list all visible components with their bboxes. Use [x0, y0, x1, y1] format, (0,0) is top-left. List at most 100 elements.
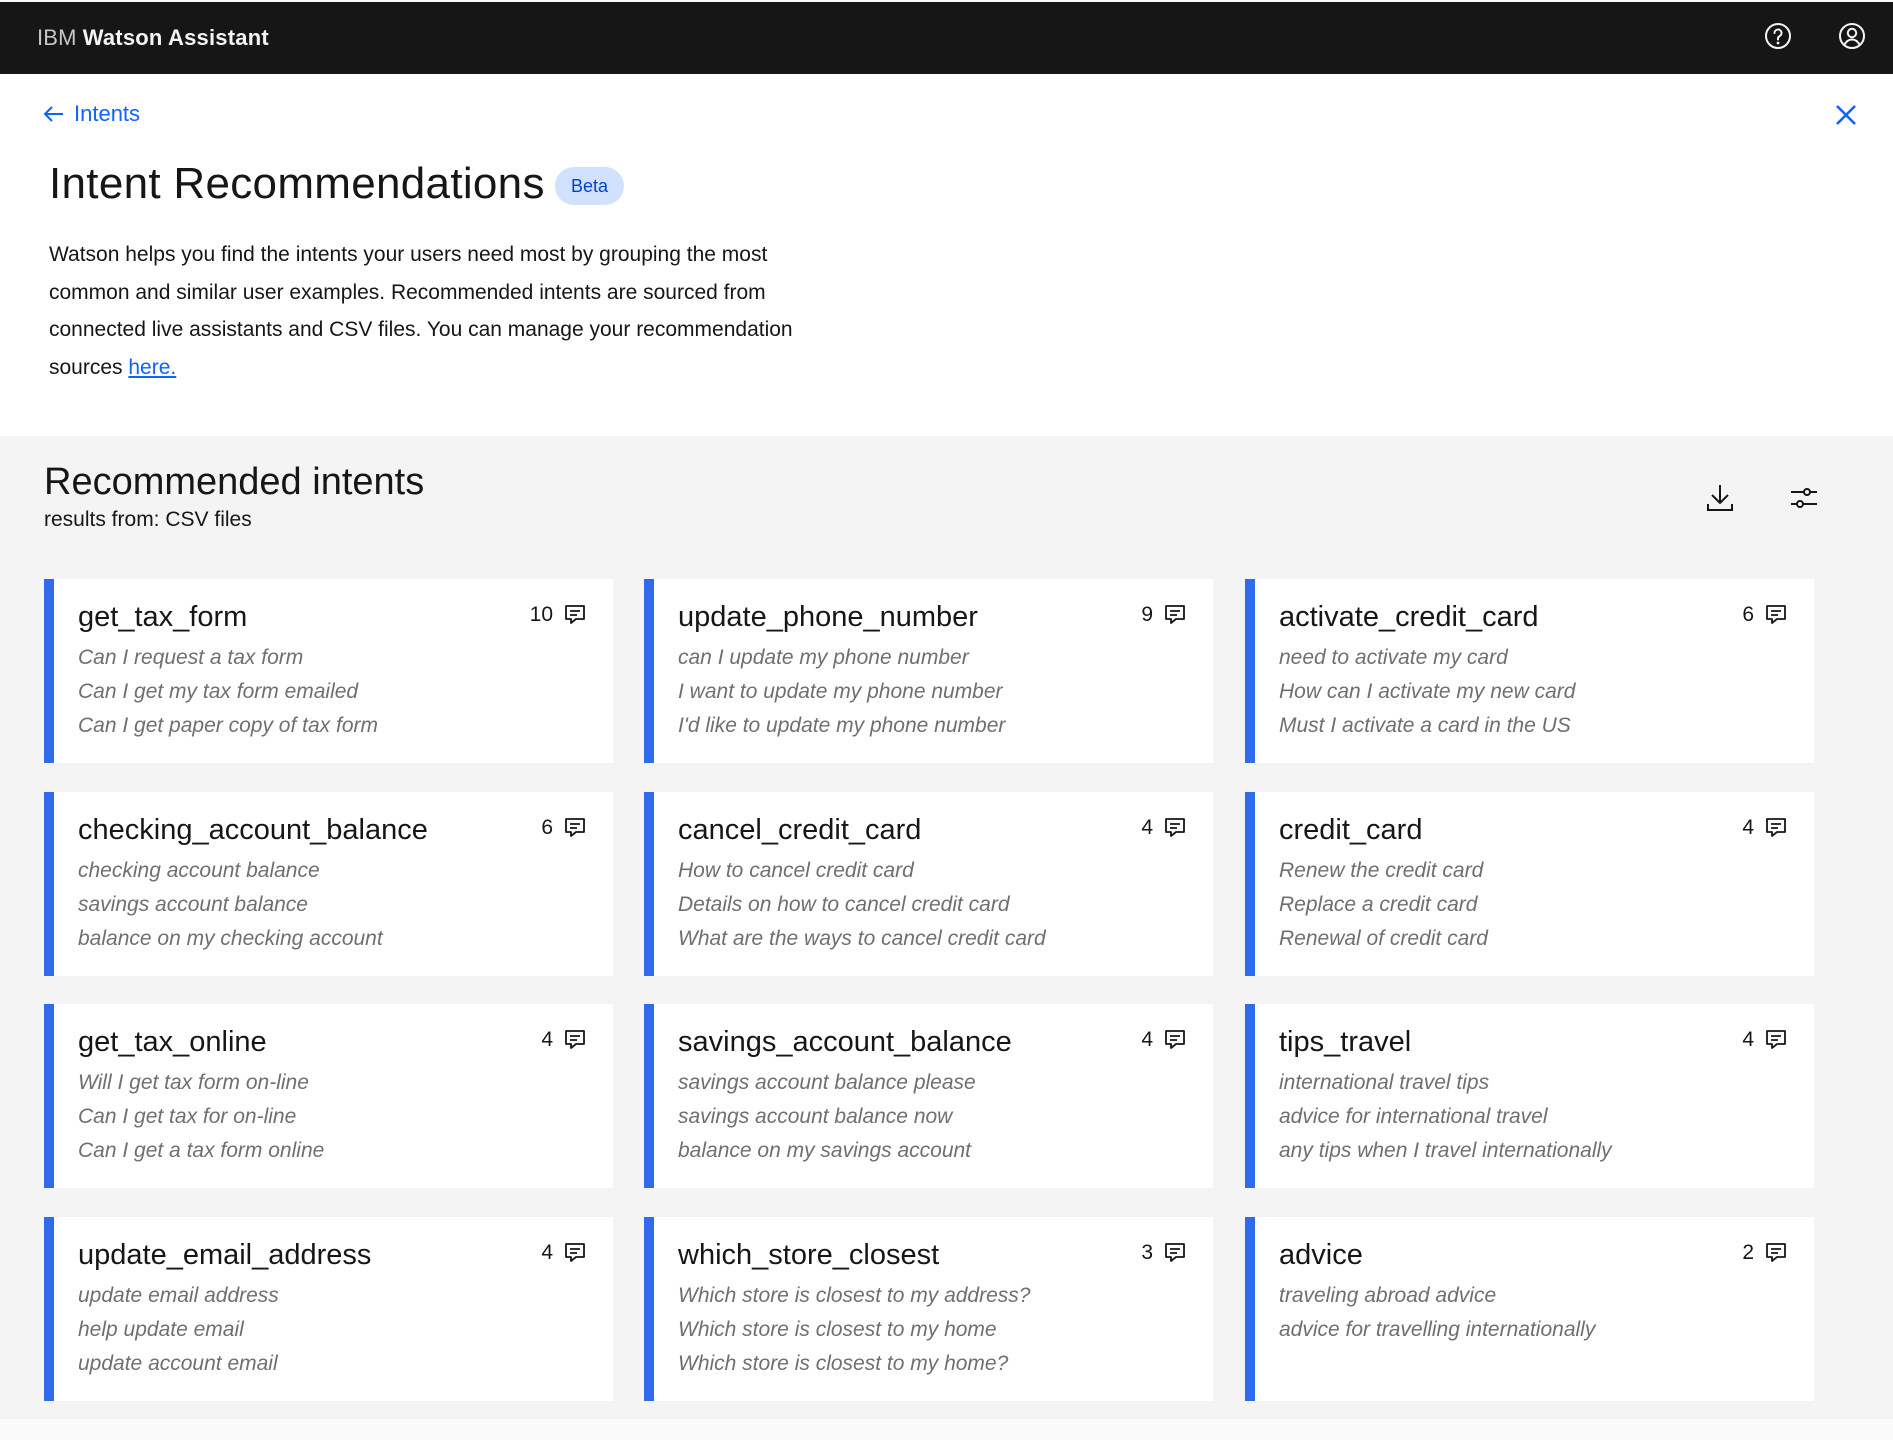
example-count-value: 6: [541, 816, 553, 839]
example-list: savings account balance please savings ac…: [678, 1066, 976, 1169]
chat-bubble-icon: [1165, 1030, 1185, 1049]
user-example: How to cancel credit card: [678, 859, 914, 882]
arrow-left-icon: [43, 106, 63, 122]
intent-card[interactable]: savings_account_balance 4 savings account …: [644, 1004, 1213, 1188]
intent-name: update_email_address: [78, 1239, 372, 1271]
intent-card[interactable]: tips_travel 4 international travel tips adv…: [1245, 1004, 1814, 1188]
example-list: update email address help update email upd…: [78, 1279, 279, 1382]
section-subtitle: results from: CSV files: [44, 508, 252, 531]
back-link-label: Intents: [74, 101, 141, 126]
chat-bubble-icon: [565, 605, 585, 624]
chat-bubble-icon: [565, 1030, 585, 1049]
user-example: Can I get paper copy of tax form: [78, 714, 378, 738]
product-brand[interactable]: IBM Watson Assistant: [37, 25, 269, 51]
chat-bubble-icon: [1165, 1243, 1185, 1262]
intent-card[interactable]: checking_account_balance 6 checking accoun…: [44, 792, 613, 976]
example-count-value: 6: [1742, 603, 1754, 626]
user-example: balance on my checking account: [78, 927, 383, 951]
chat-bubble-icon: [1165, 818, 1185, 837]
intent-name: activate_credit_card: [1279, 601, 1539, 633]
user-example: help update email: [78, 1318, 244, 1342]
user-example: Will I get tax form on-line: [78, 1071, 309, 1094]
help-icon[interactable]: [1762, 20, 1794, 52]
example-list: Will I get tax form on-line Can I get tax…: [78, 1066, 324, 1169]
example-list: Can I request a tax form Can I get my tax…: [78, 641, 378, 744]
example-count: 4: [1141, 816, 1187, 840]
top-header-bar: IBM Watson Assistant: [0, 2, 1893, 74]
user-example: Can I get my tax form emailed: [78, 680, 359, 704]
user-example: traveling abroad advice: [1279, 1284, 1497, 1307]
example-count: 9: [1141, 603, 1187, 627]
user-example: Renewal of credit card: [1279, 927, 1488, 951]
user-example: Can I get tax for on-line: [78, 1105, 297, 1129]
example-count: 3: [1141, 1241, 1187, 1265]
user-example: international travel tips: [1279, 1071, 1490, 1094]
example-list: checking account balance savings account …: [78, 854, 383, 957]
user-avatar-icon[interactable]: [1836, 20, 1868, 52]
example-list: international travel tips advice for inte…: [1279, 1066, 1612, 1169]
example-count-value: 4: [1742, 1028, 1754, 1051]
example-count: 4: [1742, 816, 1788, 840]
user-example: savings account balance now: [678, 1105, 953, 1129]
brand-name: Watson Assistant: [82, 25, 269, 50]
intent-card[interactable]: credit_card 4 Renew the credit card Replace…: [1245, 792, 1814, 976]
user-example: How can I activate my new card: [1279, 680, 1576, 704]
example-list: How to cancel credit card Details on how …: [678, 854, 1046, 957]
example-count: 10: [530, 603, 587, 627]
settings-adjust-icon[interactable]: [1784, 478, 1824, 518]
example-count-value: 4: [1141, 816, 1153, 839]
chat-bubble-icon: [565, 1243, 585, 1262]
chat-bubble-icon: [1766, 818, 1786, 837]
example-count-value: 3: [1141, 1241, 1153, 1264]
user-example: savings account balance: [78, 893, 308, 917]
user-example: Must I activate a card in the US: [1279, 714, 1571, 738]
intent-card[interactable]: update_phone_number 9 can I update my phon…: [644, 579, 1213, 763]
intent-name: get_tax_form: [78, 601, 248, 633]
user-example: I want to update my phone number: [678, 680, 1003, 704]
intent-name: cancel_credit_card: [678, 814, 922, 846]
user-example: Which store is closest to my home?: [678, 1352, 1009, 1376]
page-bottom: [0, 1419, 1893, 1440]
intent-card[interactable]: get_tax_form 10 Can I request a tax form Ca…: [44, 579, 613, 763]
example-list: Renew the credit card Replace a credit ca…: [1279, 854, 1488, 957]
example-count: 6: [541, 816, 587, 840]
chat-bubble-icon: [1165, 605, 1185, 624]
example-count: 4: [1742, 1028, 1788, 1052]
user-example: Can I get a tax form online: [78, 1139, 325, 1163]
brand-prefix: IBM: [37, 25, 77, 50]
chat-bubble-icon: [565, 818, 585, 837]
user-example: checking account balance: [78, 859, 320, 882]
user-example: can I update my phone number: [678, 646, 969, 669]
example-count-value: 4: [541, 1028, 553, 1051]
user-example: Which store is closest to my home: [678, 1318, 997, 1342]
user-example: advice for travelling internationally: [1279, 1318, 1596, 1342]
download-icon[interactable]: [1700, 478, 1740, 518]
intent-name: advice: [1279, 1239, 1363, 1271]
intent-card[interactable]: update_email_address 4 update email addres…: [44, 1217, 613, 1401]
intent-card[interactable]: advice 2 traveling abroad advice advice for…: [1245, 1217, 1814, 1401]
intent-name: get_tax_online: [78, 1026, 267, 1058]
user-example: savings account balance please: [678, 1071, 976, 1094]
example-list: traveling abroad advice advice for travel…: [1279, 1279, 1595, 1347]
intent-name: update_phone_number: [678, 601, 978, 633]
user-example: I'd like to update my phone number: [678, 714, 1006, 738]
intent-card[interactable]: get_tax_online 4 Will I get tax form on-li…: [44, 1004, 613, 1188]
example-count: 2: [1742, 1241, 1788, 1265]
back-to-intents-link[interactable]: Intents: [42, 101, 140, 127]
user-example: any tips when I travel internationally: [1279, 1139, 1612, 1163]
user-example: Renew the credit card: [1279, 859, 1484, 882]
intent-card[interactable]: cancel_credit_card 4 How to cancel credit …: [644, 792, 1213, 976]
user-example: Which store is closest to my address?: [678, 1284, 1031, 1307]
example-list: can I update my phone number I want to up…: [678, 641, 1005, 744]
example-count-value: 10: [529, 603, 553, 626]
intent-card[interactable]: which_store_closest 3 Which store is close…: [644, 1217, 1213, 1401]
intent-card[interactable]: activate_credit_card 6 need to activate my…: [1245, 579, 1814, 763]
close-icon[interactable]: [1832, 101, 1860, 129]
example-count-value: 4: [1742, 816, 1754, 839]
example-count: 4: [541, 1028, 587, 1052]
intent-name: savings_account_balance: [678, 1026, 1012, 1058]
manage-sources-link[interactable]: here.: [128, 356, 176, 379]
example-count: 4: [1141, 1028, 1187, 1052]
example-count-value: 4: [541, 1241, 553, 1264]
intent-name: tips_travel: [1279, 1026, 1412, 1058]
